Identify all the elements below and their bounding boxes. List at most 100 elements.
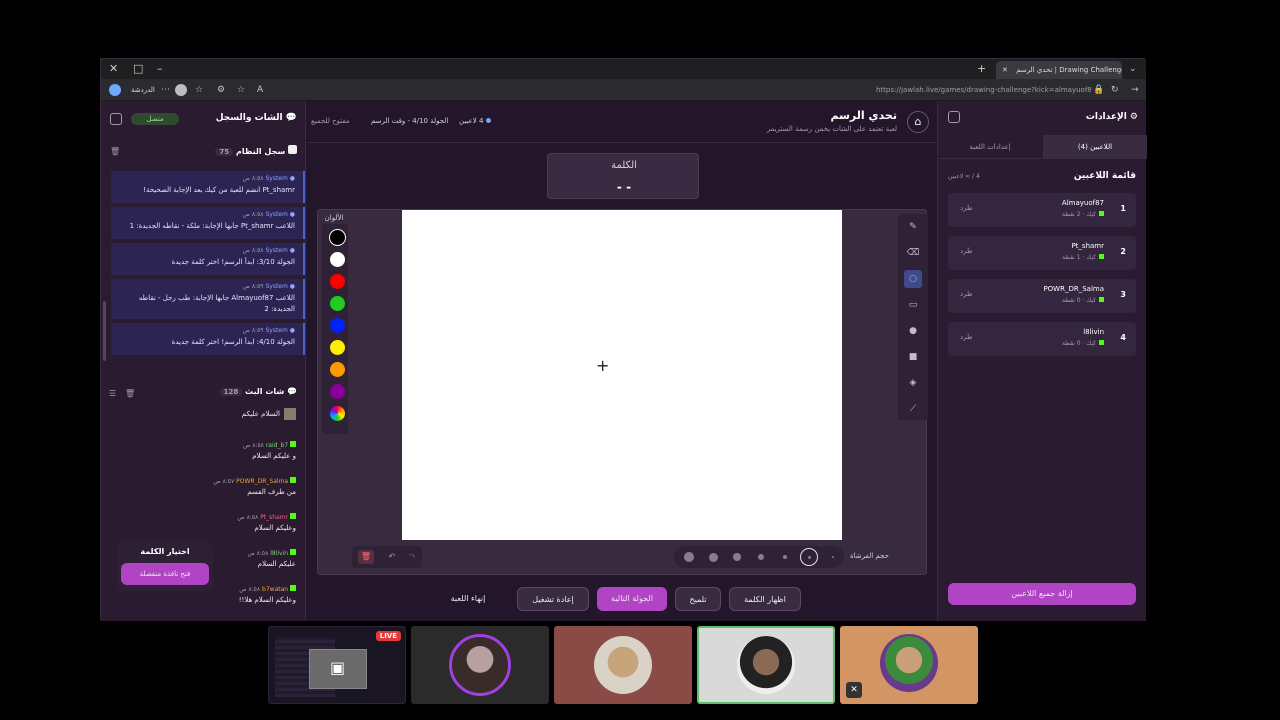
kick-player-button[interactable]: طرد [960, 290, 973, 298]
filled-rect-tool[interactable]: ■ [904, 348, 922, 366]
line-tool[interactable]: ⟋ [904, 400, 922, 418]
live-badge: LIVE [375, 631, 401, 641]
clear-chat-icon[interactable]: 🗑 [125, 389, 135, 398]
game-area: مفتوح للجميع الجولة 4/10 - وقت الرسم 4 ل… [307, 101, 937, 621]
color-swatch[interactable] [330, 296, 345, 311]
remove-all-players-button[interactable]: إزالة جميع اللاعبين [948, 583, 1136, 605]
color-swatch[interactable] [330, 230, 345, 245]
tab-search-icon[interactable]: ⌄ [1129, 59, 1137, 79]
next-round-button[interactable]: الجولة التالية [597, 587, 667, 611]
filled-circle-tool[interactable]: ● [904, 322, 922, 340]
rectangle-tool[interactable]: ▭ [904, 296, 922, 314]
pencil-tool[interactable]: ✎ [904, 218, 922, 236]
new-tab-button[interactable]: + [977, 59, 986, 79]
system-log-header[interactable]: سجل النظام 75 [215, 145, 297, 156]
player-rank: 3 [1120, 290, 1126, 299]
read-aloud-icon[interactable]: A [257, 79, 263, 101]
sender-name: System [265, 283, 288, 290]
color-swatch[interactable] [330, 252, 345, 267]
bookmark-star-icon[interactable]: ☆ [237, 79, 245, 101]
brush-size-label: حجم الفرشاة [850, 552, 889, 560]
color-swatch[interactable] [330, 274, 345, 289]
kick-player-button[interactable]: طرد [960, 247, 973, 255]
filter-icon[interactable]: ☰ [109, 389, 116, 398]
color-swatch[interactable] [330, 362, 345, 377]
chat-message: Pt_shamr ٨:٥٨ ص وعليكم السلام [136, 513, 296, 532]
account-avatar-icon[interactable] [175, 84, 187, 96]
custom-color-picker[interactable] [330, 406, 345, 421]
tab-game-settings[interactable]: إعدادات اللعبة [938, 135, 1042, 159]
url-text[interactable]: https://jawlah.live/games/drawing-challe… [876, 83, 1091, 97]
home-button[interactable]: ⌂ [907, 111, 929, 133]
player-score: كيك · 0 نقطة [1062, 340, 1104, 347]
participant-tile-3[interactable]: ✕ [840, 626, 978, 704]
minimize-window-button[interactable]: – [157, 59, 163, 79]
circle-tool[interactable]: ○ [904, 270, 922, 288]
brush-size-option[interactable] [776, 548, 794, 566]
kick-icon [290, 477, 296, 483]
chat-scrollbar[interactable] [103, 301, 106, 361]
show-word-button[interactable]: اظهار الكلمة [729, 587, 801, 611]
brush-size-dot [733, 553, 741, 561]
clear-canvas-button[interactable]: 🗑 [358, 550, 374, 564]
open-window-button[interactable]: فتح نافذة منفصلة [121, 563, 209, 585]
drawing-canvas[interactable]: + [402, 210, 842, 540]
color-swatch[interactable] [330, 384, 345, 399]
brush-size-dot [758, 554, 764, 560]
profile-label[interactable]: الدردشة [131, 79, 155, 101]
menu-dots-icon[interactable]: ⋯ [161, 79, 170, 101]
fill-bucket-tool[interactable]: ◈ [904, 374, 922, 392]
undo-button[interactable]: ↶ [384, 550, 400, 564]
brush-size-option[interactable] [728, 548, 746, 566]
clear-log-icon[interactable]: 🗑 [110, 147, 120, 156]
screen-share-tile[interactable]: ▣ LIVE [268, 626, 406, 704]
redo-button[interactable]: ↷ [404, 550, 420, 564]
system-message-text: اللاعب Pt_shamr جابها الإجابة: ملكة - نق… [129, 222, 295, 230]
chat-icon: 💬 [285, 113, 297, 123]
extensions-icon[interactable]: ⚙ [217, 79, 225, 101]
brush-size-option[interactable] [752, 548, 770, 566]
system-message-sender: ● System ٨:٥٩ ص [119, 327, 295, 334]
chat-message-text: عليكم السلام [257, 560, 296, 568]
participant-tile-active[interactable] [697, 626, 835, 704]
message-time: ٨:٥٩ ص [242, 283, 264, 290]
system-message-text: الجولة 3/10: ابدأ الرسم! اختر كلمة جديدة [171, 258, 295, 266]
eraser-tool[interactable]: ⌫ [904, 244, 922, 262]
brush-size-option[interactable] [680, 548, 698, 566]
collapse-panel-icon[interactable] [110, 113, 122, 125]
restart-button[interactable]: إعادة تشغيل [517, 587, 589, 611]
chat-message-header: Pt_shamr ٨:٥٨ ص [136, 513, 296, 521]
close-tab-icon[interactable]: ✕ [1002, 66, 1008, 74]
page: متصل 💬 الشات والسجل سجل النظام 75 🗑 ● Sy… [101, 101, 1147, 621]
favorites-icon[interactable]: ☆ [195, 79, 203, 101]
kick-player-button[interactable]: طرد [960, 204, 973, 212]
hint-button[interactable]: تلميح [675, 587, 721, 611]
color-swatch[interactable] [330, 340, 345, 355]
brush-size-option[interactable] [704, 548, 722, 566]
end-game-button[interactable]: إنهاء اللعبة [443, 587, 493, 611]
brush-size-option[interactable] [824, 548, 842, 566]
reload-icon[interactable]: ↻ [1111, 79, 1119, 101]
lock-icon[interactable]: 🔒 [1093, 79, 1104, 101]
message-time: ٨:٥٨ ص [237, 514, 259, 521]
brush-size-dot [832, 556, 834, 558]
restore-window-button[interactable]: □ [133, 59, 143, 79]
forward-icon[interactable]: → [1131, 79, 1139, 101]
chat-message-text: و عليكم السلام [252, 452, 296, 460]
kick-player-button[interactable]: طرد [960, 333, 973, 341]
message-time: ٨:٥٨ ص [239, 586, 261, 593]
sender-name: System [265, 247, 288, 254]
stream-chat-header[interactable]: 💬 شات البث 128 [219, 387, 297, 396]
tab-players[interactable]: اللاعبين (4) [1043, 135, 1147, 159]
brush-size-option[interactable] [800, 548, 818, 566]
expand-panel-icon[interactable] [948, 111, 960, 123]
profile-avatar-icon[interactable] [109, 84, 121, 96]
close-window-button[interactable]: ✕ [109, 59, 118, 79]
system-message-sender: ● System ٨:٥٨ ص [119, 211, 295, 218]
system-message-sender: ● System ٨:٥٩ ص [119, 283, 295, 290]
color-swatch[interactable] [330, 318, 345, 333]
game-title: تحدي الرسم [830, 109, 897, 122]
participant-tile-2[interactable] [554, 626, 692, 704]
browser-tab[interactable]: ✕ تحدي الرسم | Drawing Challenge - جولة [996, 61, 1122, 79]
participant-tile-1[interactable] [411, 626, 549, 704]
